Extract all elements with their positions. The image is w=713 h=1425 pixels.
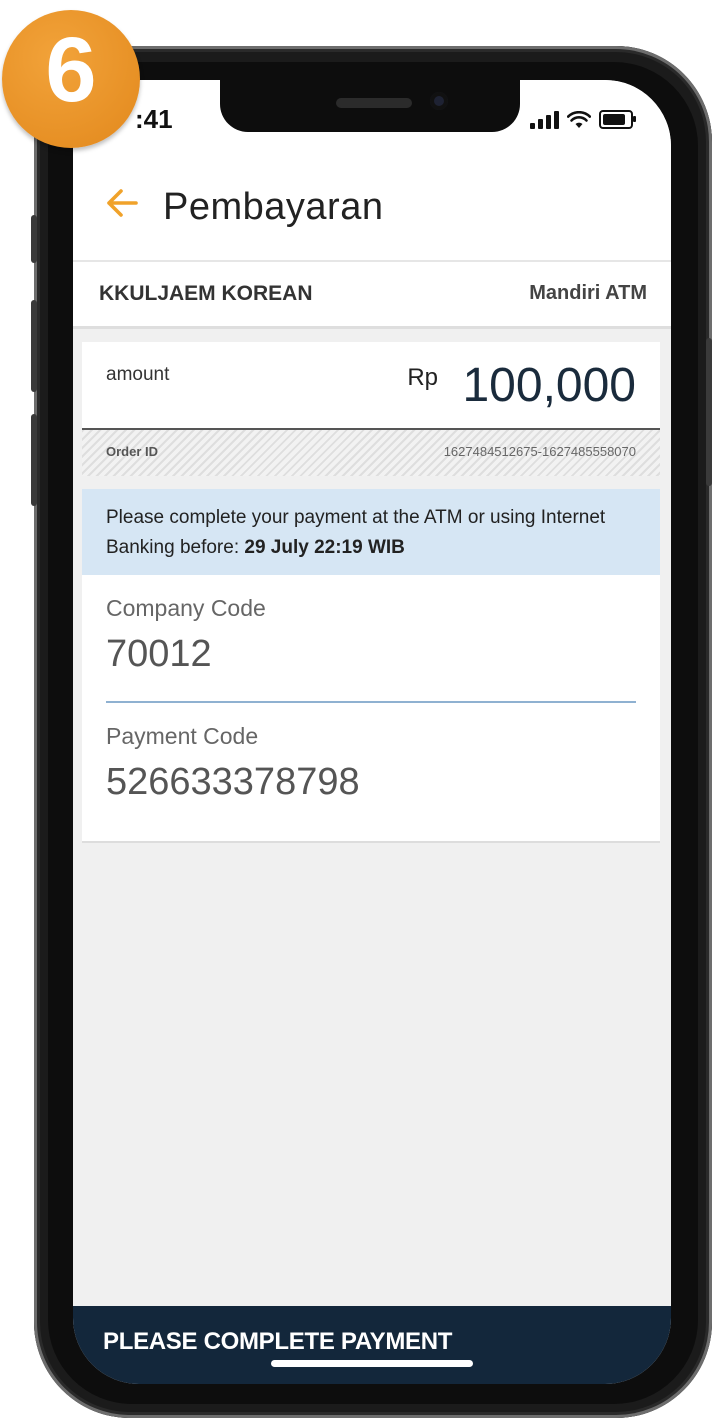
amount-currency: Rp bbox=[407, 364, 438, 391]
order-id-value: 1627484512675-1627485558070 bbox=[443, 444, 636, 459]
company-code-value[interactable]: 70012 bbox=[106, 633, 212, 676]
payment-code-label: Payment Code bbox=[106, 723, 259, 749]
order-id-strip: Order ID 1627484512675-1627485558070 bbox=[82, 430, 660, 476]
code-divider bbox=[106, 701, 636, 703]
amount-card: amount Rp 100,000 bbox=[82, 342, 660, 430]
speaker-grille bbox=[336, 98, 412, 108]
complete-payment-bar[interactable]: PLEASE COMPLETE PAYMENT bbox=[73, 1306, 671, 1384]
payment-codes-card: Company Code 70012 Payment Code 52663337… bbox=[82, 575, 660, 843]
notice-text: Please complete your payment at the ATM … bbox=[106, 503, 646, 563]
step-number: 6 bbox=[45, 19, 97, 121]
payment-method: Mandiri ATM bbox=[529, 282, 647, 304]
signal-icon bbox=[530, 110, 559, 129]
battery-icon bbox=[599, 110, 636, 129]
merchant-bar: KKULJAEM KOREAN Mandiri ATM bbox=[73, 262, 671, 329]
volume-up-button bbox=[31, 300, 37, 392]
status-time: :41 bbox=[135, 104, 173, 134]
order-id-label: Order ID bbox=[106, 444, 159, 459]
back-arrow-icon[interactable] bbox=[105, 186, 139, 227]
mute-switch bbox=[31, 215, 37, 263]
page-title: Pembayaran bbox=[163, 186, 384, 228]
phone-notch bbox=[220, 80, 520, 132]
app-header: Pembayaran bbox=[73, 160, 671, 262]
home-indicator[interactable] bbox=[271, 1360, 473, 1367]
front-camera bbox=[430, 92, 448, 110]
payment-code-value[interactable]: 526633378798 bbox=[106, 761, 360, 804]
company-code-label: Company Code bbox=[106, 595, 266, 621]
phone-screen: :41 Pembayaran KKULJAEM KOREAN Mandiri A… bbox=[73, 80, 671, 1384]
amount-value: 100,000 bbox=[462, 359, 636, 412]
amount-label: amount bbox=[106, 364, 170, 385]
volume-down-button bbox=[31, 414, 37, 506]
complete-payment-label: PLEASE COMPLETE PAYMENT bbox=[103, 1328, 453, 1355]
status-icons bbox=[530, 110, 636, 129]
step-badge: 6 bbox=[2, 10, 140, 148]
wifi-icon bbox=[567, 110, 591, 128]
power-button bbox=[706, 338, 712, 486]
merchant-name: KKULJAEM KOREAN bbox=[99, 282, 313, 305]
payment-deadline-notice: Please complete your payment at the ATM … bbox=[82, 489, 660, 575]
notice-deadline: 29 July 22:19 WIB bbox=[244, 537, 405, 558]
